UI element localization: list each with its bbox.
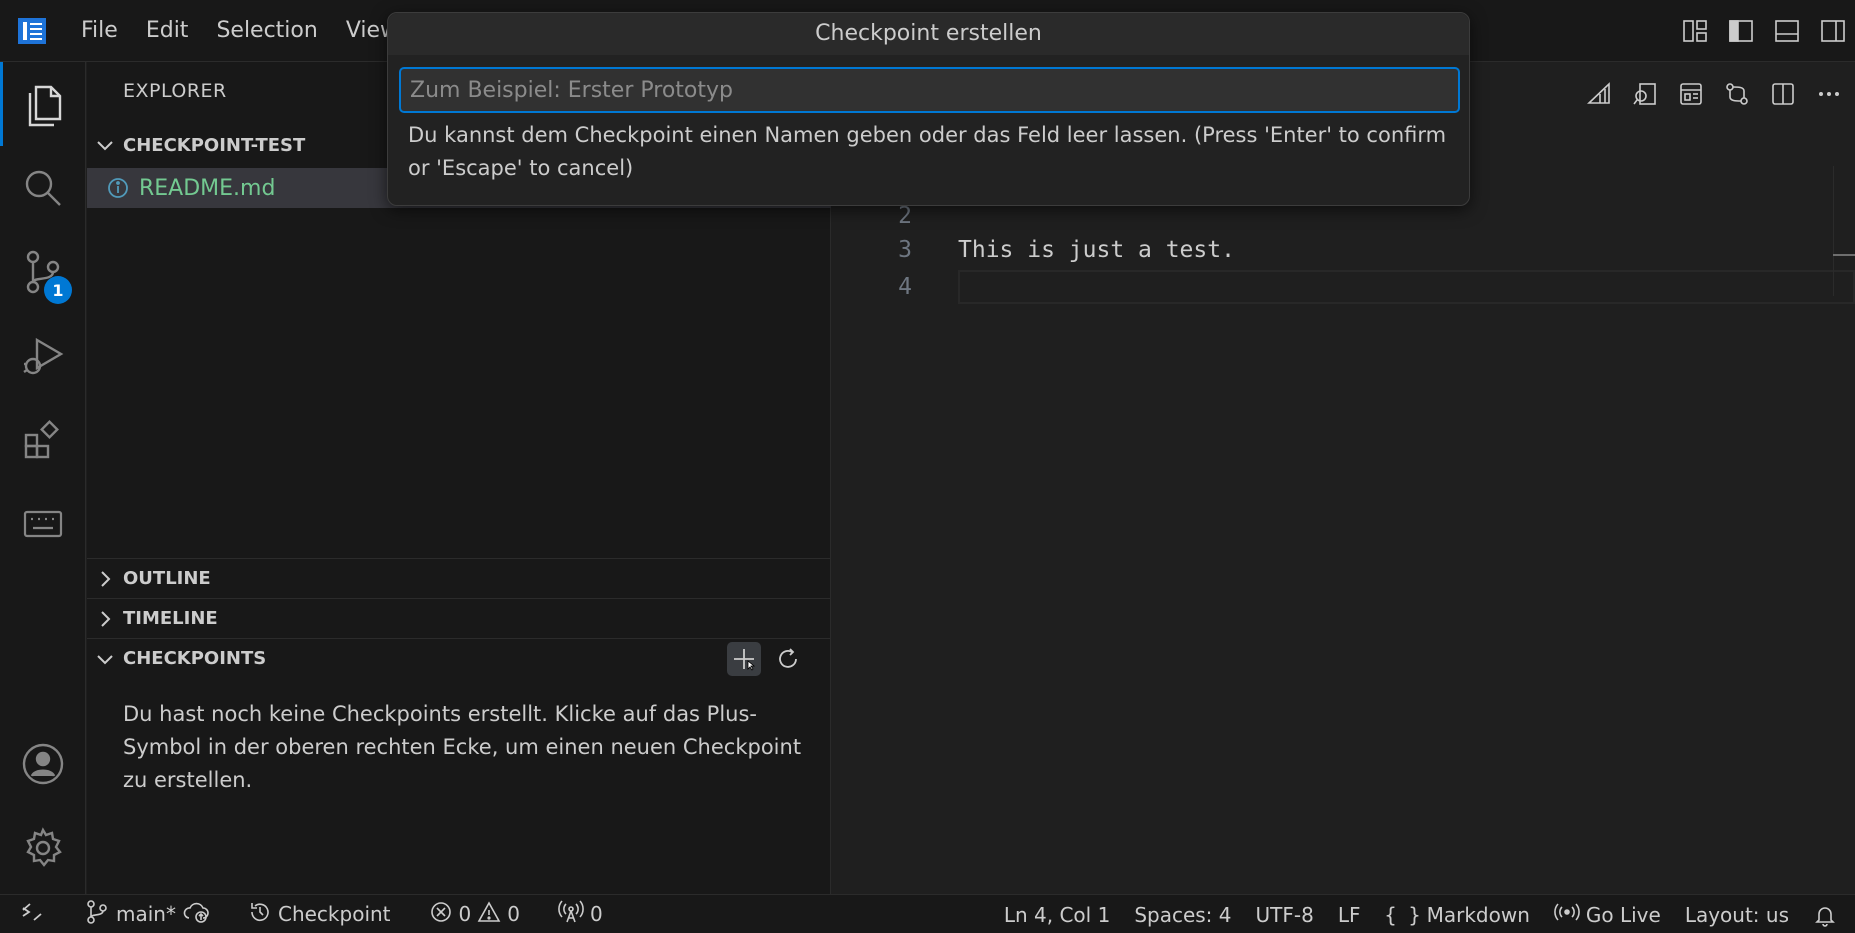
checkpoints-label: CHECKPOINTS [123, 648, 267, 669]
problems-indicator[interactable]: 0 0 [417, 895, 532, 933]
run-debug-icon[interactable] [0, 314, 86, 398]
dialog-title: Checkpoint erstellen [388, 13, 1469, 55]
checkpoint-label: Checkpoint [277, 902, 391, 926]
go-live-label: Go Live [1585, 902, 1661, 927]
end-of-line[interactable]: LF [1326, 895, 1373, 933]
error-count: 0 [458, 902, 472, 926]
activity-bar: 1 [0, 62, 86, 894]
branch-icon [84, 899, 110, 930]
outline-label: OUTLINE [123, 568, 211, 589]
line-number: 2 [898, 203, 912, 229]
outline-section-header[interactable]: OUTLINE [87, 558, 831, 598]
warning-count: 0 [507, 902, 520, 926]
settings-gear-icon[interactable] [0, 806, 86, 890]
create-checkpoint-dialog: Checkpoint erstellen Du kannst dem Check… [387, 12, 1470, 206]
file-name: README.md [139, 175, 276, 201]
code-line[interactable]: 4 [832, 270, 1855, 304]
timeline-section-header[interactable]: TIMELINE [87, 598, 831, 638]
broadcast-icon [1554, 900, 1580, 929]
line-number: 3 [898, 237, 912, 263]
language-label: Markdown [1426, 902, 1530, 927]
menu-selection[interactable]: Selection [202, 0, 331, 62]
dialog-message: Du kannst dem Checkpoint einen Namen geb… [408, 123, 1447, 180]
chevron-right-icon [87, 610, 123, 628]
ports-count: 0 [589, 902, 603, 926]
encoding[interactable]: UTF-8 [1244, 895, 1326, 933]
open-changes-icon[interactable] [1723, 80, 1751, 108]
menu-edit[interactable]: Edit [132, 0, 203, 62]
remote-indicator[interactable] [0, 895, 72, 933]
checkpoints-empty-message: Du hast noch keine Checkpoints erstellt.… [123, 702, 802, 792]
source-control-badge: 1 [44, 276, 72, 304]
checkpoints-actions [727, 641, 805, 676]
search-icon[interactable] [0, 146, 86, 230]
sync-cloud-icon[interactable] [182, 900, 210, 929]
timeline-label: TIMELINE [123, 608, 218, 629]
status-bar: main* Checkpoint 0 0 0 Ln 4, Col 1 Space… [0, 894, 1855, 933]
customize-layout-icon[interactable] [1681, 17, 1709, 45]
branch-name: main* [116, 902, 176, 926]
warning-icon [477, 900, 501, 929]
extensions-icon[interactable] [0, 398, 86, 482]
editor-scrollbar[interactable] [1833, 166, 1855, 296]
refresh-checkpoints-button[interactable] [771, 642, 805, 676]
checkpoint-name-input[interactable] [399, 67, 1460, 113]
remote-icon [20, 900, 44, 929]
toggle-secondary-sidebar-icon[interactable] [1819, 17, 1847, 45]
line-text: This is just a test. [958, 237, 1235, 263]
ports-indicator[interactable]: 0 [546, 895, 615, 933]
notifications-bell-icon[interactable] [1801, 895, 1855, 933]
code-line[interactable]: 3 This is just a test. [832, 233, 1855, 267]
keyboard-layout[interactable]: Layout: us [1673, 895, 1801, 933]
history-icon [248, 900, 272, 929]
keyboard-icon[interactable] [0, 482, 86, 566]
chevron-right-icon [87, 570, 123, 588]
toggle-panel-icon[interactable] [1773, 17, 1801, 45]
chevron-down-icon [87, 136, 123, 154]
source-control-icon[interactable]: 1 [0, 230, 86, 314]
antenna-icon [558, 899, 584, 929]
menu-file[interactable]: File [67, 0, 132, 62]
info-icon [107, 177, 129, 199]
checkpoint-status[interactable]: Checkpoint [236, 895, 403, 933]
chevron-down-icon [87, 650, 123, 668]
editor-toolbar [1585, 74, 1843, 114]
folder-name: CHECKPOINT-TEST [123, 134, 306, 156]
branch-indicator[interactable]: main* [72, 895, 222, 933]
language-mode[interactable]: { } Markdown [1372, 895, 1541, 933]
explorer-title: EXPLORER [123, 80, 227, 102]
toggle-primary-sidebar-icon[interactable] [1727, 17, 1755, 45]
checkpoints-section-header[interactable]: CHECKPOINTS [87, 638, 831, 678]
error-icon [429, 900, 453, 929]
open-preview-icon[interactable] [1631, 80, 1659, 108]
cursor-position[interactable]: Ln 4, Col 1 [992, 895, 1122, 933]
go-live-button[interactable]: Go Live [1542, 895, 1673, 933]
braces-icon: { } [1384, 902, 1421, 927]
triangle-ruler-icon[interactable] [1585, 80, 1613, 108]
open-preview-side-icon[interactable] [1677, 80, 1705, 108]
explorer-icon[interactable] [0, 62, 86, 146]
more-actions-icon[interactable] [1815, 80, 1843, 108]
scrollbar-cursor-marker [1833, 254, 1855, 256]
account-icon[interactable] [0, 722, 86, 806]
indentation[interactable]: Spaces: 4 [1122, 895, 1243, 933]
add-checkpoint-button[interactable] [727, 641, 761, 676]
app-logo-icon[interactable] [17, 16, 47, 46]
split-editor-icon[interactable] [1769, 80, 1797, 108]
line-number: 4 [898, 274, 912, 300]
